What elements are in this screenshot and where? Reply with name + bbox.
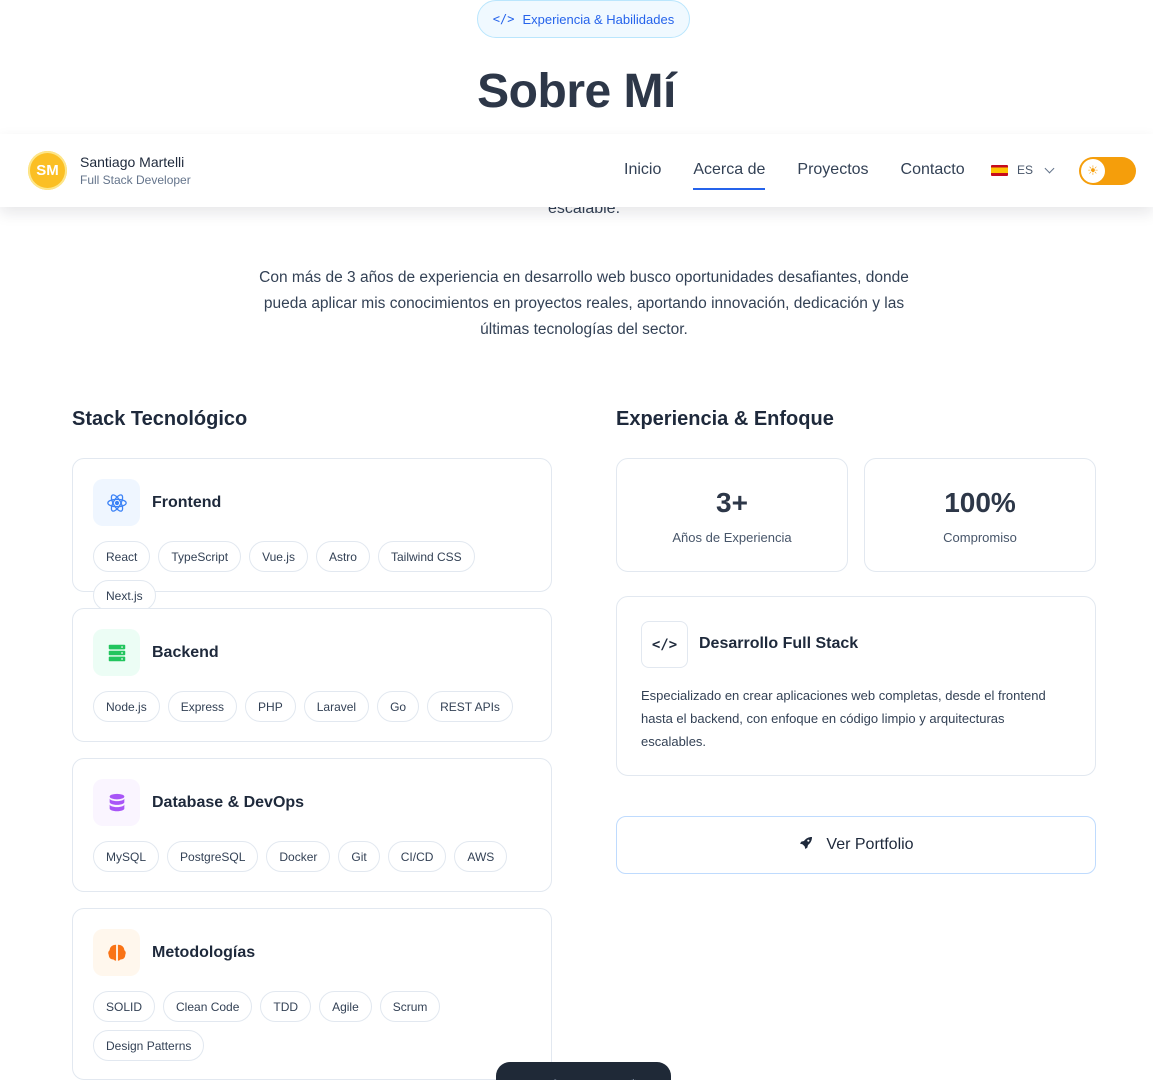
- tag-list: MySQL PostgreSQL Docker Git CI/CD AWS: [93, 841, 531, 872]
- experience-title: Experiencia & Enfoque: [616, 408, 834, 430]
- tag: Astro: [315, 541, 370, 572]
- nav-link-acerca-de[interactable]: Acerca de: [677, 161, 781, 191]
- brain-icon: [93, 929, 140, 976]
- badge-label: Experiencia & Habilidades: [522, 11, 675, 27]
- spain-flag-icon: [991, 164, 1008, 176]
- stat-value: 3+: [716, 487, 748, 518]
- brand[interactable]: SM Santiago Martelli Full Stack Develope…: [28, 151, 191, 190]
- database-icon: [93, 779, 140, 826]
- brand-name: Santiago Martelli: [80, 154, 185, 170]
- ver-portfolio-button[interactable]: Ver Portfolio: [616, 816, 1096, 874]
- stat-card-commitment: 100% Compromiso: [864, 458, 1096, 572]
- tag: Node.js: [93, 691, 160, 722]
- stack-card-database-devops: Database & DevOps MySQL PostgreSQL Docke…: [72, 758, 552, 892]
- stack-title: Stack Tecnológico: [72, 408, 248, 430]
- code-icon: </>: [492, 12, 515, 26]
- tag: Docker: [266, 841, 331, 872]
- page-title: Sobre Mí: [477, 65, 676, 118]
- stat-label: Años de Experiencia: [672, 530, 792, 545]
- stat-value: 100%: [944, 487, 1016, 518]
- tag: TypeScript: [158, 541, 242, 572]
- nav-link-proyectos[interactable]: Proyectos: [781, 161, 884, 191]
- sun-icon: ☀: [1081, 159, 1105, 183]
- tag: Agile: [319, 991, 372, 1022]
- tag: Scrum: [379, 991, 441, 1022]
- stack-card-backend: Backend Node.js Express PHP Laravel Go R…: [72, 608, 552, 742]
- stat-label: Compromiso: [943, 530, 1017, 545]
- server-icon: [93, 629, 140, 676]
- nav-link-contacto[interactable]: Contacto: [885, 161, 981, 191]
- navbar: SM Santiago Martelli Full Stack Develope…: [0, 134, 1153, 207]
- language-selector[interactable]: ES: [991, 163, 1055, 177]
- tag: Go: [377, 691, 420, 722]
- tag: Express: [167, 691, 238, 722]
- react-icon: [93, 479, 140, 526]
- intro-paragraph-2: Con más de 3 años de experiencia en desa…: [259, 269, 909, 338]
- tag: React: [93, 541, 151, 572]
- rocket-icon: [798, 835, 814, 856]
- code-icon: </>: [641, 621, 688, 668]
- tag: PHP: [245, 691, 296, 722]
- tag: Git: [338, 841, 380, 872]
- tag: Design Patterns: [93, 1030, 205, 1061]
- card-title: Frontend: [152, 493, 222, 511]
- fullstack-card: </> Desarrollo Full Stack Especializado …: [616, 596, 1096, 776]
- tag: Laravel: [303, 691, 370, 722]
- tag: SOLID: [93, 991, 156, 1022]
- fullstack-description: Especializado en crear aplicaciones web …: [641, 688, 1046, 749]
- tag: PostgreSQL: [167, 841, 259, 872]
- card-title: Backend: [152, 643, 219, 661]
- stack-card-frontend: Frontend React TypeScript Vue.js Astro T…: [72, 458, 552, 611]
- brand-logo: SM: [28, 151, 67, 190]
- tag: REST APIs: [427, 691, 513, 722]
- tag: AWS: [454, 841, 508, 872]
- tag: Tailwind CSS: [377, 541, 475, 572]
- theme-toggle[interactable]: ☀: [1079, 157, 1136, 185]
- tag: Vue.js: [249, 541, 308, 572]
- stat-card-years: 3+ Años de Experiencia: [616, 458, 848, 572]
- section-badge: </> Experiencia & Habilidades: [477, 0, 690, 38]
- tag-list: Node.js Express PHP Laravel Go REST APIs: [93, 691, 531, 722]
- nav-link-inicio[interactable]: Inicio: [608, 161, 677, 191]
- stack-card-metodologias: Metodologías SOLID Clean Code TDD Agile …: [72, 908, 552, 1080]
- tag: Next.js: [93, 580, 156, 611]
- chevron-down-icon: [1044, 163, 1055, 173]
- language-code: ES: [1017, 163, 1034, 177]
- tag-list: React TypeScript Vue.js Astro Tailwind C…: [93, 541, 531, 611]
- card-title: Metodologías: [152, 943, 256, 961]
- brand-role: Full Stack Developer: [80, 173, 191, 187]
- nav-links: Inicio Acerca de Proyectos Contacto: [608, 161, 981, 191]
- tag: CI/CD: [387, 841, 447, 872]
- tag: TDD: [260, 991, 312, 1022]
- button-label: Ver Portfolio: [826, 836, 914, 853]
- tag: Clean Code: [163, 991, 253, 1022]
- card-title: Database & DevOps: [152, 793, 305, 811]
- dev-toolbar[interactable]: ▲ ✎ ≡ ⚙: [496, 1062, 671, 1080]
- fullstack-title: Desarrollo Full Stack: [699, 635, 859, 652]
- tag: MySQL: [93, 841, 160, 872]
- tag-list: SOLID Clean Code TDD Agile Scrum Design …: [93, 991, 531, 1061]
